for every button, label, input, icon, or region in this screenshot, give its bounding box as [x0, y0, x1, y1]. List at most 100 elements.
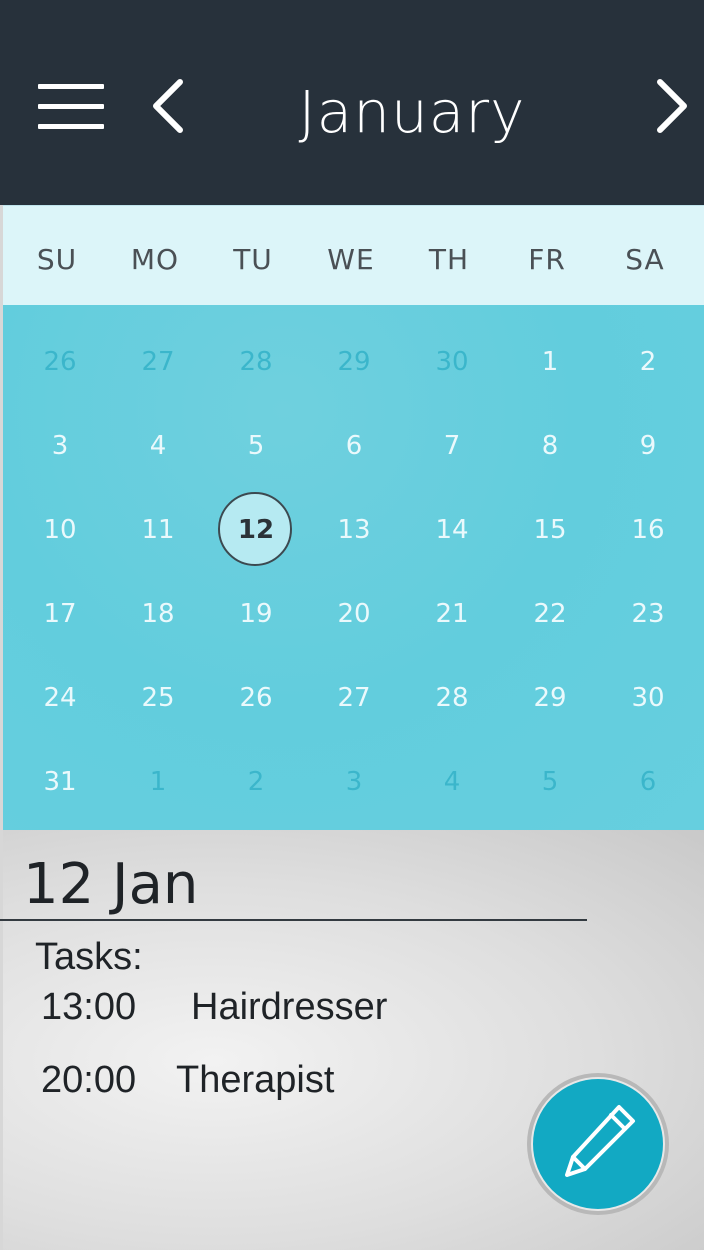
date-divider [0, 919, 587, 921]
menu-bar-bottom [38, 124, 104, 129]
calendar-day[interactable]: 10 [11, 488, 109, 572]
edit-button[interactable] [527, 1073, 669, 1215]
day-number: 12 [237, 515, 275, 545]
selected-date-title: 12 Jan [23, 852, 199, 917]
day-number: 23 [631, 599, 665, 629]
calendar-day[interactable]: 7 [403, 404, 501, 488]
calendar-day[interactable]: 30 [403, 320, 501, 404]
weekday-label: MO [130, 243, 180, 276]
calendar-day[interactable]: 29 [305, 320, 403, 404]
day-number: 27 [337, 683, 371, 713]
day-number: 25 [141, 683, 175, 713]
weekday-header: SU MO TU WE TH FR SA [3, 205, 704, 305]
calendar-day[interactable]: 27 [305, 656, 403, 740]
calendar-day[interactable]: 2 [207, 740, 305, 824]
calendar-day[interactable]: 28 [207, 320, 305, 404]
day-number: 26 [43, 347, 77, 377]
top-bar: January [0, 0, 704, 205]
calendar-day[interactable]: 11 [109, 488, 207, 572]
calendar-day[interactable]: 23 [599, 572, 697, 656]
day-number: 30 [435, 347, 469, 377]
chevron-left-icon [153, 79, 183, 133]
day-number: 10 [43, 515, 77, 545]
calendar-day[interactable]: 25 [109, 656, 207, 740]
day-number: 1 [149, 767, 167, 797]
weekday-label: SA [625, 243, 665, 276]
calendar-day[interactable]: 8 [501, 404, 599, 488]
day-number: 19 [239, 599, 273, 629]
calendar-day[interactable]: 30 [599, 656, 697, 740]
pencil-icon [565, 1105, 635, 1177]
day-number: 30 [631, 683, 665, 713]
day-number: 4 [443, 767, 461, 797]
day-number: 26 [239, 683, 273, 713]
day-number: 6 [345, 431, 363, 461]
day-number: 8 [541, 431, 559, 461]
weekday-label: WE [327, 243, 375, 276]
day-number: 11 [141, 515, 175, 545]
task-time: 20:00 [41, 1059, 137, 1101]
next-month-button[interactable] [654, 78, 694, 134]
calendar-day[interactable]: 4 [109, 404, 207, 488]
calendar-day[interactable]: 4 [403, 740, 501, 824]
calendar-day[interactable]: 16 [599, 488, 697, 572]
calendar-day[interactable]: 17 [11, 572, 109, 656]
calendar-day[interactable]: 2 [599, 320, 697, 404]
menu-icon[interactable] [38, 84, 104, 130]
calendar-day[interactable]: 31 [11, 740, 109, 824]
weekday-label: FR [528, 243, 566, 276]
day-number: 31 [43, 767, 77, 797]
calendar-day-selected[interactable]: 12 [207, 488, 305, 572]
calendar-day[interactable]: 26 [207, 656, 305, 740]
task-time: 13:00 [41, 986, 137, 1028]
calendar-day[interactable]: 19 [207, 572, 305, 656]
previous-month-button[interactable] [148, 78, 188, 134]
day-number: 3 [345, 767, 363, 797]
calendar-day[interactable]: 9 [599, 404, 697, 488]
calendar-day[interactable]: 3 [11, 404, 109, 488]
task-name: Hairdresser [191, 986, 388, 1028]
day-number: 2 [639, 347, 657, 377]
calendar-day[interactable]: 1 [109, 740, 207, 824]
calendar-day[interactable]: 22 [501, 572, 599, 656]
day-number: 5 [247, 431, 265, 461]
day-detail-panel: 12 Jan Tasks: 13:00 Hairdresser 20:00 Th… [0, 830, 704, 1250]
day-number: 13 [337, 515, 371, 545]
menu-bar-middle [38, 104, 104, 109]
calendar-day[interactable]: 18 [109, 572, 207, 656]
calendar-day[interactable]: 14 [403, 488, 501, 572]
calendar-day[interactable]: 21 [403, 572, 501, 656]
day-number: 6 [639, 767, 657, 797]
day-number: 7 [443, 431, 461, 461]
calendar-day[interactable]: 5 [207, 404, 305, 488]
calendar-day[interactable]: 27 [109, 320, 207, 404]
chevron-right-icon [657, 79, 687, 133]
day-number: 22 [533, 599, 567, 629]
menu-bar-top [38, 84, 104, 89]
day-number: 3 [51, 431, 69, 461]
calendar-day[interactable]: 20 [305, 572, 403, 656]
day-number: 1 [541, 347, 559, 377]
calendar-day[interactable]: 15 [501, 488, 599, 572]
calendar-day[interactable]: 26 [11, 320, 109, 404]
day-number: 27 [141, 347, 175, 377]
day-number: 16 [631, 515, 665, 545]
day-number: 17 [43, 599, 77, 629]
calendar-day[interactable]: 1 [501, 320, 599, 404]
calendar-day[interactable]: 6 [599, 740, 697, 824]
calendar-day[interactable]: 13 [305, 488, 403, 572]
weekday-label: TU [233, 243, 273, 276]
calendar-day[interactable]: 3 [305, 740, 403, 824]
calendar-day[interactable]: 29 [501, 656, 599, 740]
calendar-day[interactable]: 5 [501, 740, 599, 824]
calendar-day[interactable]: 24 [11, 656, 109, 740]
calendar-day[interactable]: 28 [403, 656, 501, 740]
tasks-label: Tasks: [35, 936, 143, 978]
day-number: 28 [239, 347, 273, 377]
calendar-day[interactable]: 6 [305, 404, 403, 488]
day-number: 15 [533, 515, 567, 545]
weekday-label: TH [428, 243, 470, 276]
day-number: 20 [337, 599, 371, 629]
day-number: 28 [435, 683, 469, 713]
day-number: 5 [541, 767, 559, 797]
